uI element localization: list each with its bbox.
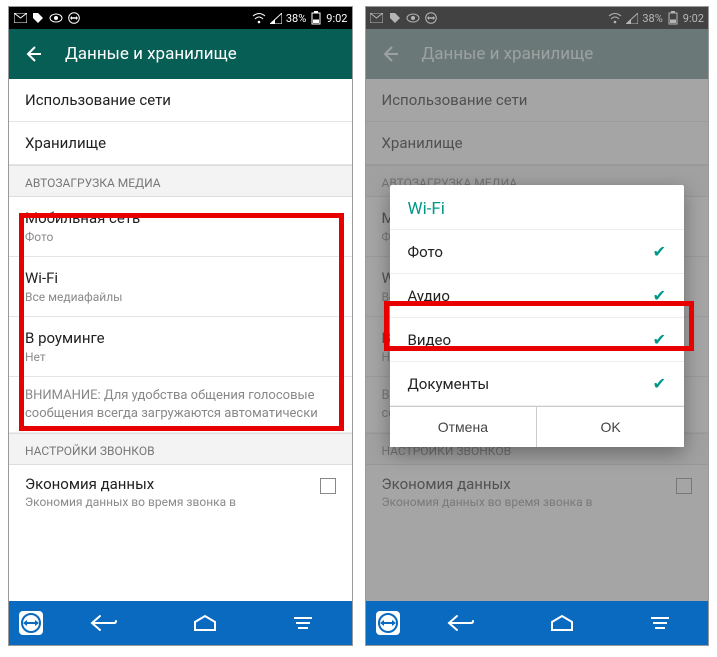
nav-home-icon[interactable] bbox=[549, 614, 575, 632]
tag-icon bbox=[31, 11, 45, 25]
settings-list: Использование сети Хранилище АВТОЗАГРУЗК… bbox=[9, 79, 352, 601]
teamviewer-button[interactable] bbox=[9, 609, 53, 637]
section-calls: НАСТРОЙКИ ЗВОНКОВ bbox=[9, 433, 352, 465]
phone-right: 38% 9:02 Данные и хранилище Использовани… bbox=[365, 6, 710, 646]
checkbox-checked-icon[interactable]: ✔ bbox=[653, 286, 666, 305]
nav-bar bbox=[9, 601, 352, 645]
nav-recents-icon[interactable] bbox=[292, 615, 314, 631]
status-bar: 38% 9:02 bbox=[9, 7, 352, 29]
dialog-option-video[interactable]: Видео ✔ bbox=[390, 318, 685, 362]
row-network-usage[interactable]: Использование сети bbox=[9, 79, 352, 122]
low-data-checkbox[interactable] bbox=[320, 478, 336, 494]
back-icon[interactable] bbox=[23, 44, 43, 64]
phone-left: 38% 9:02 Данные и хранилище Использовани… bbox=[8, 6, 353, 646]
battery-pct: 38% bbox=[286, 12, 306, 25]
row-roaming[interactable]: В роуминге Нет bbox=[9, 317, 352, 377]
checkbox-checked-icon[interactable]: ✔ bbox=[653, 374, 666, 393]
nav-back-icon[interactable] bbox=[90, 614, 118, 632]
battery-icon bbox=[309, 11, 323, 25]
dialog-ok-button[interactable]: OK bbox=[537, 407, 684, 447]
dialog-cancel-button[interactable]: Отмена bbox=[390, 407, 538, 447]
clock-text: 9:02 bbox=[326, 12, 347, 25]
teamviewer-button[interactable] bbox=[366, 609, 410, 637]
row-wifi[interactable]: Wi-Fi Все медиафайлы bbox=[9, 257, 352, 317]
dialog-title: Wi-Fi bbox=[390, 185, 685, 230]
checkbox-checked-icon[interactable]: ✔ bbox=[653, 330, 666, 349]
section-autodownload: АВТОЗАГРУЗКА МЕДИА bbox=[9, 165, 352, 197]
teamviewer-icon bbox=[67, 11, 81, 25]
nav-home-icon[interactable] bbox=[192, 614, 218, 632]
row-low-data[interactable]: Экономия данных Экономия данных во время… bbox=[9, 465, 352, 509]
action-bar: Данные и хранилище bbox=[9, 29, 352, 79]
dialog-option-docs[interactable]: Документы ✔ bbox=[390, 362, 685, 406]
nav-bar bbox=[366, 601, 709, 645]
wifi-dialog: Wi-Fi Фото ✔ Аудио ✔ Видео ✔ Документы ✔… bbox=[390, 185, 685, 447]
row-storage[interactable]: Хранилище bbox=[9, 122, 352, 165]
dialog-option-photo[interactable]: Фото ✔ bbox=[390, 230, 685, 274]
signal-icon bbox=[269, 11, 283, 25]
nav-back-icon[interactable] bbox=[447, 614, 475, 632]
note-voice-auto: ВНИМАНИЕ: Для удобства общения голосовые… bbox=[9, 377, 352, 433]
wifi-icon bbox=[252, 11, 266, 25]
nav-recents-icon[interactable] bbox=[649, 615, 671, 631]
eye-icon bbox=[49, 11, 63, 25]
page-title: Данные и хранилище bbox=[65, 44, 237, 64]
dialog-option-audio[interactable]: Аудио ✔ bbox=[390, 274, 685, 318]
row-mobile-data[interactable]: Мобильная сеть Фото bbox=[9, 197, 352, 257]
checkbox-checked-icon[interactable]: ✔ bbox=[653, 242, 666, 261]
mail-icon bbox=[13, 11, 27, 25]
